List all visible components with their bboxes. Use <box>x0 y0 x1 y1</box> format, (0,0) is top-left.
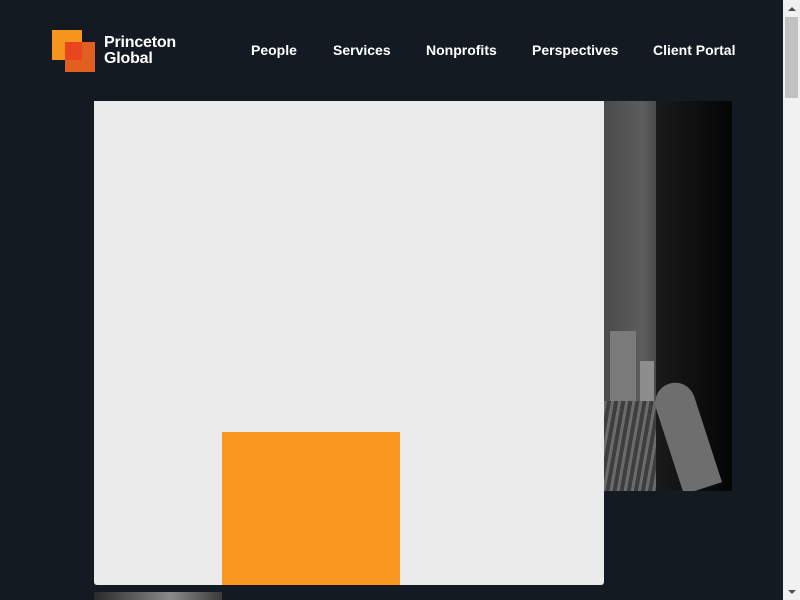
scroll-up-arrow-icon[interactable] <box>783 0 800 17</box>
site-header: Princeton Global People Services Nonprof… <box>0 0 783 100</box>
nav-item-people[interactable]: People <box>251 42 297 58</box>
main-nav: People Services Nonprofits Perspectives … <box>0 42 783 62</box>
nav-item-perspectives[interactable]: Perspectives <box>532 42 618 58</box>
nav-item-client-portal[interactable]: Client Portal <box>653 42 735 58</box>
photo-thumbnail <box>94 592 222 600</box>
scrollbar-thumb[interactable] <box>785 17 798 98</box>
vertical-scrollbar[interactable] <box>783 0 800 600</box>
city-photo <box>604 101 732 491</box>
scroll-down-arrow-icon[interactable] <box>783 583 800 600</box>
orange-accent-block <box>222 432 400 585</box>
nav-item-services[interactable]: Services <box>333 42 391 58</box>
nav-item-nonprofits[interactable]: Nonprofits <box>426 42 497 58</box>
